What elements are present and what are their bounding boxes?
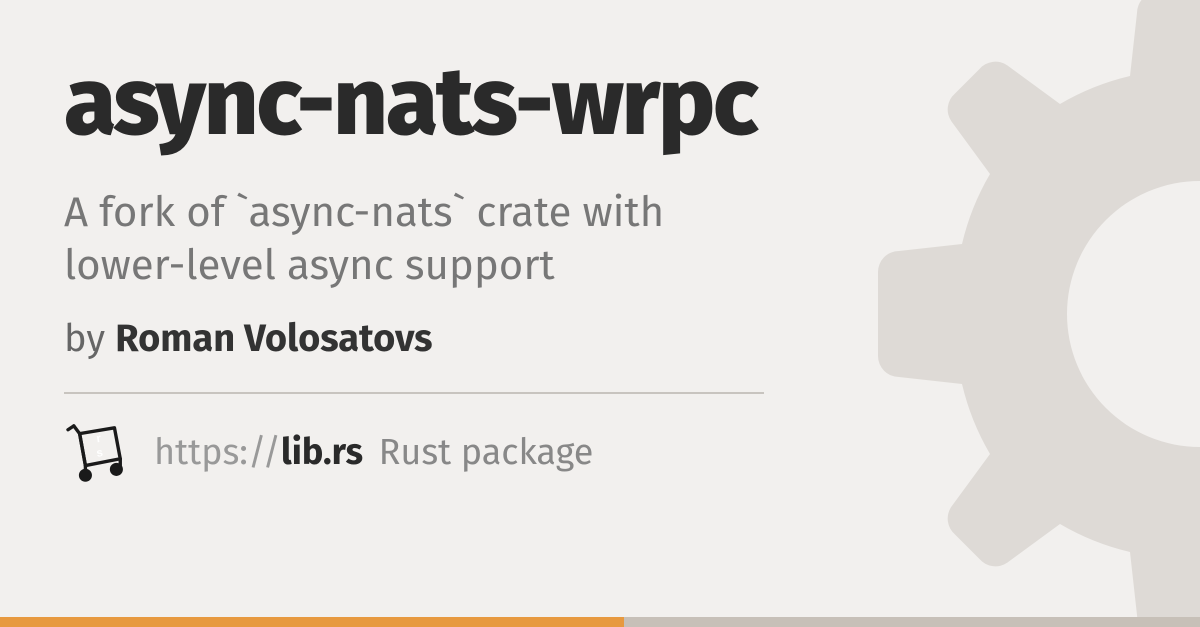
- librs-logo-icon: r s: [64, 422, 132, 482]
- author-by: by: [64, 316, 115, 362]
- divider: [64, 392, 764, 394]
- bottom-bar-orange: [0, 617, 624, 627]
- footer-label: Rust package: [379, 430, 594, 474]
- package-title: async-nats-wrpc: [64, 56, 1136, 151]
- footer-text: https://lib.rs Rust package: [154, 430, 593, 474]
- bottom-accent-bar: [0, 617, 1200, 627]
- footer: r s https://lib.rs Rust package: [64, 422, 1136, 482]
- svg-text:r: r: [95, 432, 102, 446]
- author-line: by Roman Volosatovs: [64, 316, 1136, 362]
- svg-text:s: s: [95, 446, 103, 460]
- card-content: async-nats-wrpc A fork of `async-nats` c…: [0, 0, 1200, 627]
- bottom-bar-grey: [624, 617, 1200, 627]
- url-scheme: https://: [154, 430, 281, 474]
- package-description: A fork of `async-nats` crate with lower-…: [64, 187, 784, 292]
- url-host: lib.rs: [281, 430, 363, 474]
- author-name: Roman Volosatovs: [115, 316, 432, 362]
